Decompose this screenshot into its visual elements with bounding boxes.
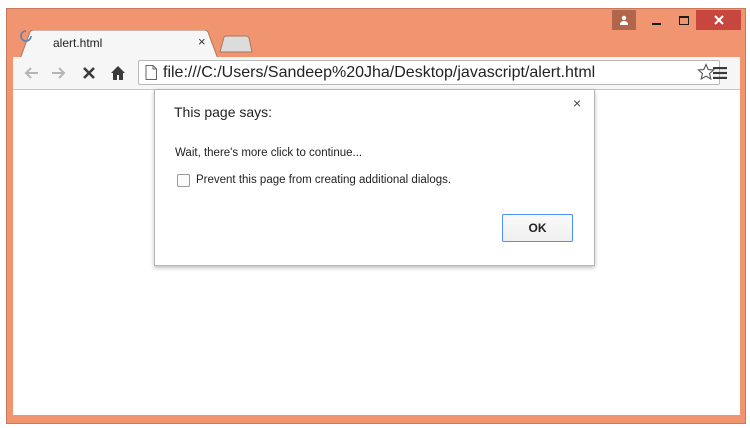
window-close-button[interactable] [696,10,741,30]
person-icon [620,15,628,25]
close-icon [713,15,724,25]
dialog-close-icon[interactable]: × [573,95,581,111]
browser-toolbar: file:///C:/Users/Sandeep%20Jha/Desktop/j… [13,57,740,90]
profile-button[interactable] [612,10,636,30]
maximize-button[interactable] [672,10,696,30]
back-button[interactable] [21,63,41,83]
browser-window: alert.html × file:///C:/Users/Sandeep%20… [0,0,750,428]
tab-close-icon[interactable]: × [198,35,206,49]
ok-button[interactable]: OK [502,214,573,242]
tab-shape [20,30,218,59]
address-bar[interactable]: file:///C:/Users/Sandeep%20Jha/Desktop/j… [138,60,720,85]
prevent-dialogs-label[interactable]: Prevent this page from creating addition… [196,174,451,186]
stop-icon [83,67,95,79]
prevent-dialogs-checkbox[interactable] [177,174,190,187]
new-tab-button[interactable] [218,35,254,53]
stop-button[interactable] [79,63,99,83]
minimize-icon [651,23,661,25]
arrow-right-icon [52,67,66,79]
minimize-button[interactable] [644,10,668,30]
maximize-icon [679,15,689,25]
arrow-left-icon [24,67,38,79]
page-icon [145,65,157,80]
dialog-message: Wait, there's more click to continue... [175,147,363,159]
loading-spinner-icon [20,30,32,42]
url-text: file:///C:/Users/Sandeep%20Jha/Desktop/j… [163,64,596,81]
tab-alert-html[interactable]: alert.html × [20,30,218,59]
home-button[interactable] [108,63,128,83]
hamburger-menu-icon [713,67,727,79]
tab-title: alert.html [53,36,103,50]
alert-dialog: This page says: × Wait, there's more cli… [154,89,595,266]
menu-button[interactable] [710,63,730,83]
forward-button[interactable] [49,63,69,83]
dialog-title: This page says: [174,104,273,120]
home-icon [111,66,125,80]
